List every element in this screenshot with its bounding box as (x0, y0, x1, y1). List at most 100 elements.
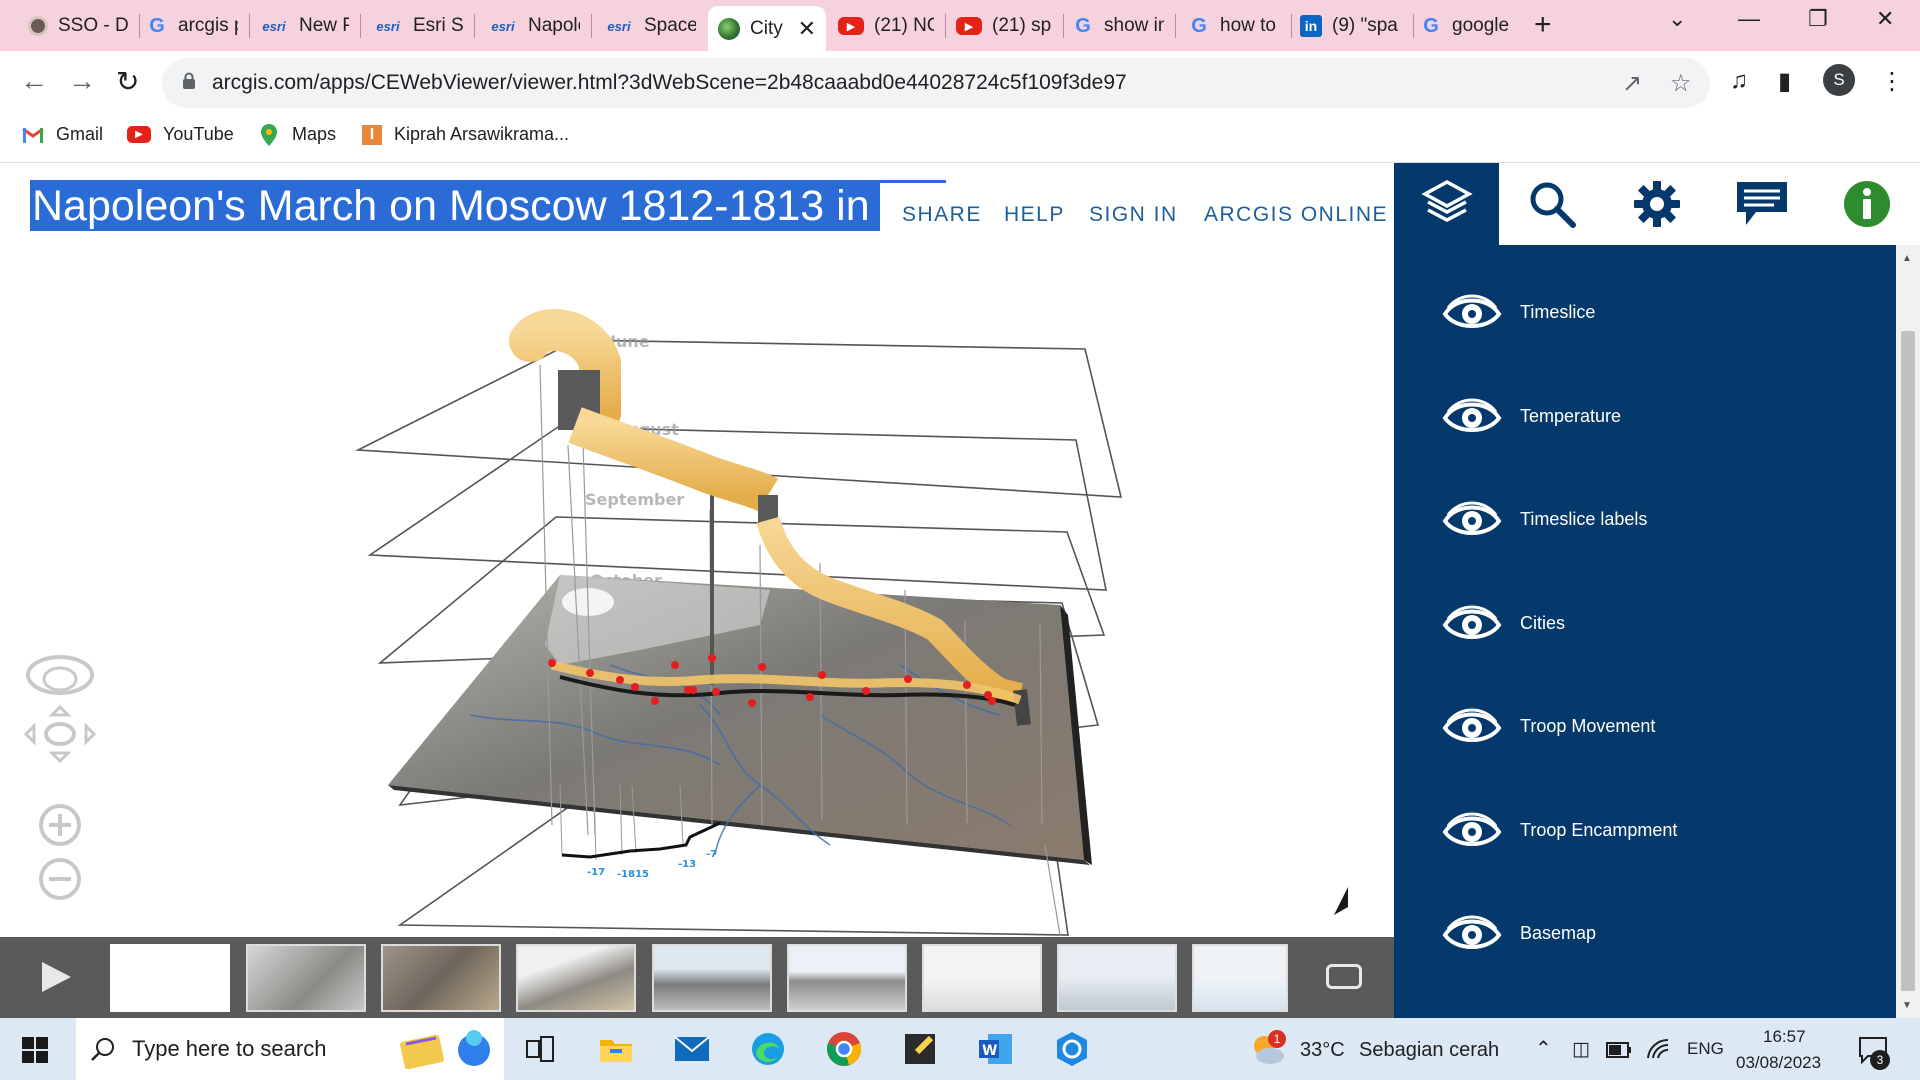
browser-tab[interactable]: Garcgis p (136, 6, 248, 46)
help-link[interactable]: HELP (1004, 203, 1065, 227)
eye-visibility-icon[interactable] (1442, 394, 1502, 438)
eye-visibility-icon[interactable] (1442, 497, 1502, 541)
sign-in-link[interactable]: SIGN IN (1089, 203, 1178, 227)
mail-icon[interactable] (672, 1029, 712, 1069)
browser-tab[interactable]: esri New Po (249, 6, 359, 46)
fullscreen-icon[interactable] (1326, 964, 1362, 989)
play-icon[interactable] (38, 959, 74, 995)
browser-tab[interactable]: Ghow to (1178, 6, 1290, 46)
share-link[interactable]: SHARE (902, 203, 982, 227)
wifi-icon[interactable] (1646, 1038, 1670, 1060)
device-icon[interactable]: ◫ (1572, 1038, 1590, 1061)
slide-thumbnail[interactable] (381, 944, 501, 1012)
address-bar[interactable]: arcgis.com/apps/CEWebViewer/viewer.html?… (162, 58, 1710, 108)
browser-tab[interactable]: in (9) "spa (1290, 6, 1412, 46)
tab-title: how to (1220, 15, 1276, 36)
arcgis-online-link[interactable]: ARCGIS ONLINE (1204, 203, 1388, 227)
slide-thumbnail[interactable] (1192, 944, 1288, 1012)
weather-temperature[interactable]: 33°C (1300, 1039, 1345, 1062)
language-indicator[interactable]: ENG (1687, 1039, 1724, 1059)
zoom-in-icon[interactable] (38, 803, 82, 847)
slide-thumbnail[interactable] (787, 944, 907, 1012)
scroll-up-icon[interactable]: ▲ (1902, 253, 1912, 264)
file-explorer-icon[interactable] (596, 1029, 636, 1069)
slide-thumbnail[interactable] (110, 944, 230, 1012)
new-tab-button[interactable]: + (1534, 8, 1552, 42)
back-button[interactable]: ← (20, 65, 48, 97)
close-tab-icon[interactable]: ✕ (798, 16, 816, 42)
arcgis-app-icon[interactable] (1052, 1029, 1092, 1069)
layer-item[interactable]: Basemap (1442, 911, 1596, 955)
forward-button[interactable]: → (68, 65, 96, 97)
slide-thumbnail[interactable] (516, 944, 636, 1012)
bookmark-gmail[interactable]: Gmail (22, 124, 103, 145)
browser-tab[interactable]: ▶ (21) NC (828, 6, 944, 46)
bookmark-star-icon[interactable]: ☆ (1670, 69, 1692, 98)
media-control-icon[interactable]: ♫ (1730, 67, 1748, 95)
windows-start-icon[interactable] (22, 1037, 48, 1063)
eye-visibility-icon[interactable] (1442, 290, 1502, 334)
info-tool-button[interactable] (1814, 163, 1919, 245)
slide-thumbnail[interactable] (922, 944, 1042, 1012)
clock-time[interactable]: 16:57 (1763, 1027, 1806, 1047)
restore-button[interactable]: ❐ (1808, 6, 1828, 32)
settings-icon (1633, 181, 1680, 227)
task-view-icon[interactable] (520, 1029, 560, 1069)
browser-menu-icon[interactable]: ⋮ (1880, 67, 1904, 96)
chrome-icon[interactable] (824, 1029, 864, 1069)
browser-tab[interactable]: Ggoogle (1410, 6, 1522, 46)
slide-thumbnail[interactable] (246, 944, 366, 1012)
bookmark-youtube[interactable]: ▶ YouTube (127, 124, 234, 145)
close-window-button[interactable]: ✕ (1876, 6, 1894, 32)
browser-tab[interactable]: esri Napole (478, 6, 590, 46)
layer-name: Cities (1520, 612, 1566, 633)
browser-tab[interactable]: esri Esri Sea (363, 6, 473, 46)
scroll-thumb[interactable] (1901, 331, 1915, 991)
minimize-button[interactable]: — (1738, 6, 1760, 32)
battery-icon[interactable] (1606, 1042, 1632, 1058)
bookmark-maps[interactable]: Maps (258, 123, 336, 146)
layers-tool-button[interactable] (1394, 163, 1499, 245)
eye-visibility-icon[interactable] (1442, 601, 1502, 645)
eye-visibility-icon[interactable] (1442, 911, 1502, 955)
scene-view[interactable]: June August September October (0, 245, 1394, 937)
layer-item[interactable]: Timeslice (1442, 290, 1595, 334)
layer-item[interactable]: Troop Encampment (1442, 808, 1677, 852)
settings-tool-button[interactable] (1604, 163, 1709, 245)
tab-search-chevron-icon[interactable]: ⌄ (1668, 6, 1686, 32)
sticky-notes-icon[interactable] (900, 1029, 940, 1069)
layers-scrollbar[interactable]: ▲ ▼ (1896, 245, 1920, 1018)
show-hidden-icons-icon[interactable]: ⌃ (1535, 1036, 1552, 1061)
compass-icon[interactable] (1320, 881, 1366, 927)
layer-item[interactable]: Timeslice labels (1442, 497, 1647, 541)
clock-date[interactable]: 03/08/2023 (1736, 1053, 1821, 1073)
rotate-tilt-icon[interactable] (24, 653, 96, 705)
pan-icon[interactable] (24, 705, 96, 763)
browser-tab[interactable]: ▶ (21) sp (946, 6, 1062, 46)
scroll-down-icon[interactable]: ▼ (1902, 1000, 1912, 1011)
scene-canvas[interactable]: June August September October (0, 245, 1394, 937)
eye-visibility-icon[interactable] (1442, 808, 1502, 852)
comments-tool-button[interactable] (1709, 163, 1814, 245)
edge-icon[interactable] (748, 1029, 788, 1069)
layer-item[interactable]: Temperature (1442, 394, 1621, 438)
slide-thumbnail[interactable] (652, 944, 772, 1012)
taskbar-search-box[interactable]: Type here to search (76, 1018, 504, 1080)
browser-tab[interactable]: esri Space- (594, 6, 706, 46)
profile-avatar[interactable]: S (1823, 64, 1855, 96)
slide-thumbnail[interactable] (1057, 944, 1177, 1012)
bookmark-kiprah[interactable]: I Kiprah Arsawikrama... (362, 124, 569, 145)
zoom-out-icon[interactable] (38, 857, 82, 901)
side-panel-icon[interactable]: ▮ (1778, 67, 1791, 96)
layer-item[interactable]: Cities (1442, 601, 1565, 645)
eye-visibility-icon[interactable] (1442, 704, 1502, 748)
search-tool-button[interactable] (1499, 163, 1604, 245)
browser-tab[interactable]: City ✕ (708, 6, 826, 51)
browser-tab[interactable]: SSO - D (18, 6, 138, 46)
layer-item[interactable]: Troop Movement (1442, 704, 1655, 748)
weather-description[interactable]: Sebagian cerah (1359, 1039, 1499, 1062)
word-icon[interactable]: W (976, 1029, 1016, 1069)
reload-button[interactable]: ↻ (116, 65, 139, 98)
browser-tab[interactable]: Gshow in (1062, 6, 1174, 46)
share-icon[interactable]: ↗ (1622, 69, 1642, 98)
